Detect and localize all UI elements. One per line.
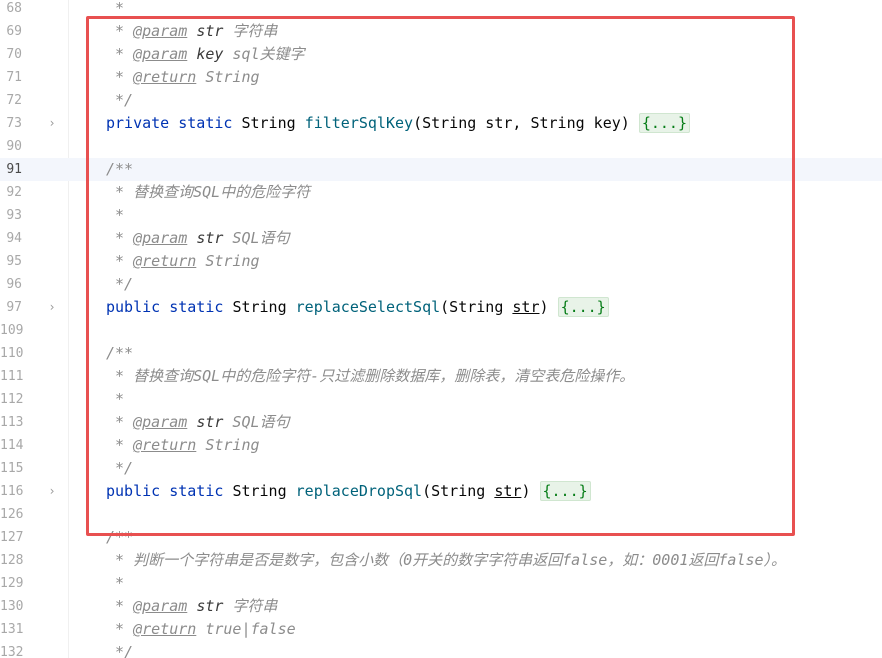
code-token: 字符串 — [223, 597, 278, 615]
code-text: * @param str 字符串 — [106, 595, 277, 618]
code-line[interactable]: 131 * @return true|false — [0, 618, 882, 641]
line-number: 94 — [6, 231, 22, 246]
code-text: * 判断一个字符串是否是数字，包含小数（0开关的数字字符串返回false，如：0… — [106, 549, 786, 572]
code-line[interactable]: 129 * — [0, 572, 882, 595]
line-number: 91 — [6, 162, 22, 177]
code-line[interactable]: 130 * @param str 字符串 — [0, 595, 882, 618]
line-number: 112 — [0, 392, 24, 407]
line-number: 128 — [0, 553, 24, 568]
line-number: 129 — [0, 576, 24, 591]
line-number: 92 — [6, 185, 22, 200]
line-number: 131 — [0, 622, 24, 637]
code-token: */ — [106, 643, 134, 658]
line-number: 130 — [0, 599, 24, 614]
line-number: 126 — [0, 507, 24, 522]
fold-toggle-icon[interactable]: › — [47, 112, 57, 135]
line-number: 113 — [0, 415, 24, 430]
code-token: @param — [133, 597, 188, 615]
line-number: 116 — [0, 484, 24, 499]
code-editor[interactable]: 68 * 69 * @param str 字符串 70 * @param key s… — [0, 0, 882, 658]
code-token: @return — [133, 620, 197, 638]
line-number: 70 — [6, 47, 22, 62]
line-number: 90 — [6, 139, 22, 154]
line-number: 95 — [6, 254, 22, 269]
line-number: 109 — [0, 323, 24, 338]
code-token: * — [106, 620, 134, 638]
line-number: 69 — [6, 24, 22, 39]
fold-toggle-icon[interactable]: › — [47, 480, 57, 503]
line-number: 114 — [0, 438, 24, 453]
line-number: 111 — [0, 369, 24, 384]
code-token: str — [196, 597, 224, 615]
code-text: */ — [106, 641, 133, 658]
line-number: 93 — [6, 208, 22, 223]
code-text: * — [106, 572, 124, 595]
fold-toggle-icon[interactable]: › — [47, 296, 57, 319]
red-highlight-box — [86, 16, 795, 536]
code-token: * — [106, 597, 134, 615]
line-number: 72 — [6, 93, 22, 108]
line-number: 115 — [0, 461, 24, 476]
code-line[interactable]: 132 */ — [0, 641, 882, 658]
line-number: 132 — [0, 645, 24, 658]
line-number: 96 — [6, 277, 22, 292]
line-number: 127 — [0, 530, 24, 545]
line-number: 97 — [6, 300, 22, 315]
line-number: 71 — [6, 70, 22, 85]
code-text: * @return true|false — [106, 618, 296, 641]
line-number: 68 — [6, 1, 22, 16]
line-number: 110 — [0, 346, 24, 361]
code-token: true|false — [205, 620, 296, 638]
line-number: 73 — [6, 116, 22, 131]
code-token: * 判断一个字符串是否是数字，包含小数（0开关的数字字符串返回false，如：0… — [106, 551, 787, 569]
code-token: * — [106, 574, 125, 592]
code-line[interactable]: 128 * 判断一个字符串是否是数字，包含小数（0开关的数字字符串返回false… — [0, 549, 882, 572]
code-token: * — [106, 0, 125, 17]
